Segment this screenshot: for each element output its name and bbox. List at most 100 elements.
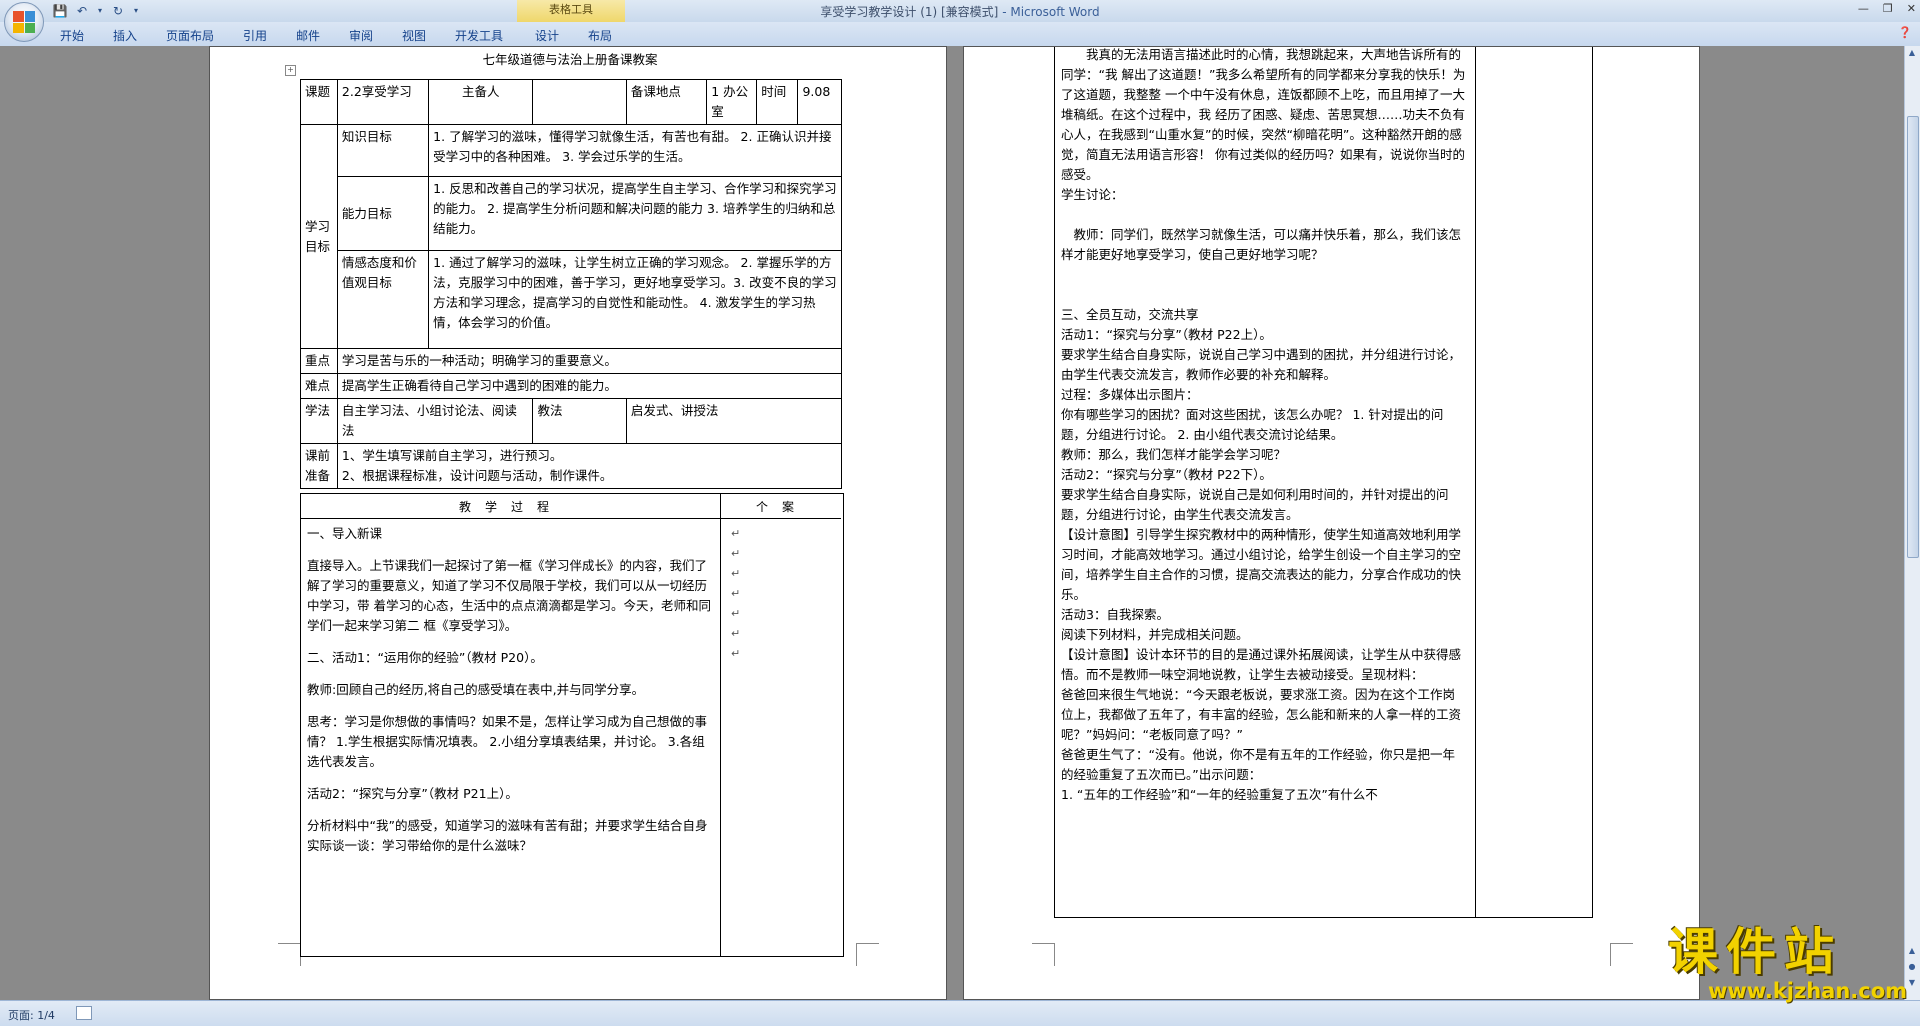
document-page-2: 我真的无法用语言描述此时的心情，我想跳起来，大声地告诉所有的同学：“我 解出了这… <box>963 46 1700 1000</box>
crop-mark <box>278 943 301 966</box>
site-watermark: 课件站 www.kjzhan.com <box>1668 924 1908 1002</box>
table-move-handle-icon[interactable]: + <box>285 65 296 76</box>
continuation-line: 爸爸更生气了：“没有。他说，你不是有五年的工作经验，你只是把一年的经验重复了五次… <box>1061 747 1455 782</box>
title-bar: 表格工具 💾 ↶ ▾ ↻ ▾ 享受学习教学设计 (1) [兼容模式] - Mic… <box>0 0 1920 22</box>
difficulty-label: 难点 <box>300 373 338 399</box>
continuation-line: 活动2：“探究与分享”（教材 P22下）。 <box>1061 467 1272 482</box>
continuation-line: 要求学生结合自身实际，说说自己是如何利用时间的，并针对提出的问题，分组进行讨论，… <box>1061 487 1449 522</box>
lesson-plan-table: 课题 2.2享受学习 主备人 备课地点 1 办公室 时间 9.08 学习目标 知… <box>300 79 843 489</box>
preparation-item-2: 2、根据课程标准，设计问题与活动，制作课件。 <box>341 468 613 483</box>
process-paragraph: 一、导入新课 <box>307 526 383 541</box>
tab-page-layout[interactable]: 页面布局 <box>166 27 214 44</box>
teaching-process-header: 教学过程 个案 <box>301 494 841 519</box>
continuation-line: 要求学生结合自身实际，说说自己学习中遇到的困扰，并分组进行讨论，由学生代表交流发… <box>1061 347 1462 382</box>
select-browse-object-icon[interactable]: ● <box>1907 962 1917 974</box>
restore-icon[interactable]: ❐ <box>1883 2 1893 15</box>
ribbon-tab-bar: 开始 插入 页面布局 引用 邮件 审阅 视图 开发工具 设计 布局 ❓ <box>0 22 1920 47</box>
time-value: 9.08 <box>797 79 842 125</box>
tab-developer[interactable]: 开发工具 <box>455 27 503 44</box>
crop-mark <box>856 943 879 966</box>
continuation-line: 活动3：自我探索。 <box>1061 607 1169 622</box>
process-paragraph: 二、活动1：“运用你的经验”（教材 P20）。 <box>307 650 543 665</box>
preparer-label: 主备人 <box>428 79 534 125</box>
ability-goal-label: 能力目标 <box>336 176 430 251</box>
case-column <box>1474 47 1593 918</box>
study-method-text: 自主学习法、小组讨论法、阅读法 <box>336 398 534 444</box>
tab-table-design[interactable]: 设计 <box>535 27 559 44</box>
teach-method-label: 教法 <box>532 398 627 444</box>
page-count[interactable]: 页面: 1/4 <box>8 1007 55 1023</box>
knowledge-goal-text: 1. 了解学习的滋味，懂得学习就像生活，有苦也有甜。 2. 正确认识并接受学习中… <box>428 124 842 177</box>
ability-goal-text: 1. 反思和改善自己的学习状况，提高学生自主学习、合作学习和探究学习的能力。 2… <box>428 176 842 251</box>
window-controls: — ❐ ✕ <box>1858 2 1916 15</box>
next-page-icon[interactable]: ▼ <box>1907 978 1917 990</box>
emotion-goal-label: 情感态度和价值观目标 <box>336 250 430 349</box>
case-header-label: 个案 <box>755 500 808 514</box>
continuation-line: 阅读下列材料，并完成相关问题。 <box>1061 627 1249 642</box>
continuation-line: 【设计意图】引导学生探究教材中的两种情形，使学生知道高效地利用学习时间，才能高效… <box>1061 527 1462 602</box>
scrollbar-thumb[interactable] <box>1907 116 1919 558</box>
difficulty-text: 提高学生正确看待自己学习中遇到的困难的能力。 <box>336 373 843 399</box>
window-title: 享受学习教学设计 (1) [兼容模式] - Microsoft Word <box>0 3 1920 20</box>
continuation-line: 活动1：“探究与分享”（教材 P22上）。 <box>1061 327 1272 342</box>
ribbon-right-controls: ❓ <box>1898 26 1912 39</box>
crop-mark <box>1610 943 1633 966</box>
scroll-up-icon[interactable]: ▲ <box>1907 48 1917 60</box>
minimize-icon[interactable]: — <box>1858 2 1869 15</box>
status-bar: 页面: 1/4 <box>0 1000 1920 1026</box>
continuation-line: 三、全员互动，交流共享 <box>1061 307 1199 322</box>
preparer-value <box>532 79 627 125</box>
column-divider <box>720 494 721 956</box>
continuation-line: 过程：多媒体出示图片： <box>1061 387 1199 402</box>
process-paragraph: 分析材料中“我”的感受，知道学习的滋味有苦有甜；并要求学生结合自身实际谈一谈：学… <box>307 818 708 853</box>
knowledge-goal-label: 知识目标 <box>336 124 430 177</box>
tab-review[interactable]: 审阅 <box>349 27 373 44</box>
crop-mark <box>1032 943 1055 966</box>
preparation-label: 课前准备 <box>300 443 338 489</box>
document-name: 享受学习教学设计 (1) [兼容模式] <box>820 5 999 19</box>
process-paragraph: 直接导入。上节课我们一起探讨了第一框《学习伴成长》的内容，我们了解了学习的重要意… <box>307 558 711 633</box>
app-name: - Microsoft Word <box>998 5 1100 19</box>
teaching-process-text: 一、导入新课 直接导入。上节课我们一起探讨了第一框《学习伴成长》的内容，我们了解… <box>307 524 711 868</box>
continuation-line: 教师：那么，我们怎样才能学会学习呢？ <box>1061 447 1287 462</box>
watermark-url: www.kjzhan.com <box>1708 979 1908 1003</box>
vertical-scrollbar[interactable]: ▲ ▲ ● ▼ <box>1904 46 1920 1000</box>
course-label: 课题 <box>300 79 338 125</box>
location-value: 1 办公室 <box>706 79 758 125</box>
continuation-line: 教师：同学们，既然学习就像生活，可以痛并快乐着，那么，我们该怎样才能更好地享受学… <box>1061 227 1462 262</box>
office-button[interactable] <box>4 2 44 42</box>
tab-references[interactable]: 引用 <box>243 27 267 44</box>
process-continuation-text: 我真的无法用语言描述此时的心情，我想跳起来，大声地告诉所有的同学：“我 解出了这… <box>1061 46 1467 805</box>
goals-label: 学习目标 <box>300 124 338 349</box>
study-method-label: 学法 <box>300 398 338 444</box>
paragraph-marks: ↵ ↵ ↵ ↵ ↵ ↵ ↵ <box>731 527 741 660</box>
office-logo-icon <box>13 11 35 33</box>
preparation-item-1: 1、学生填写课前自主学习，进行预习。 <box>341 448 563 463</box>
tab-insert[interactable]: 插入 <box>113 27 137 44</box>
tab-mailings[interactable]: 邮件 <box>296 27 320 44</box>
teach-method-text: 启发式、讲授法 <box>625 398 843 444</box>
continuation-line: 你有哪些学习的困扰？面对这些困扰，该怎么办呢？ 1. 针对提出的问题，分组进行讨… <box>1061 407 1444 442</box>
key-point-text: 学习是苦与乐的一种活动；明确学习的重要意义。 <box>336 348 843 374</box>
time-label: 时间 <box>756 79 799 125</box>
document-title: 七年级道德与法治上册备课教案 <box>482 52 658 67</box>
preparation-text: 1、学生填写课前自主学习，进行预习。 2、根据课程标准，设计问题与活动，制作课件… <box>336 443 843 489</box>
tab-view[interactable]: 视图 <box>402 27 426 44</box>
tab-table-layout[interactable]: 布局 <box>588 27 612 44</box>
help-icon[interactable]: ❓ <box>1898 26 1912 39</box>
continuation-line: 1. “五年的工作经验”和“一年的经验重复了五次”有什么不 <box>1061 787 1378 802</box>
process-paragraph: 教师:回顾自己的经历,将自己的感受填在表中,并与同学分享。 <box>307 682 645 697</box>
document-workspace: + 七年级道德与法治上册备课教案 课题 2.2享受学习 主备人 备课地点 1 办… <box>0 46 1905 1000</box>
process-paragraph: 活动2：“探究与分享”（教材 P21上）。 <box>307 786 518 801</box>
teaching-process-box: 教学过程 个案 一、导入新课 直接导入。上节课我们一起探讨了第一框《学习伴成长》… <box>300 493 844 957</box>
process-header-label: 教学过程 <box>458 500 563 514</box>
tab-home[interactable]: 开始 <box>60 27 84 44</box>
continuation-line: 学生讨论： <box>1061 187 1124 202</box>
previous-page-icon[interactable]: ▲ <box>1907 946 1917 958</box>
key-point-label: 重点 <box>300 348 338 374</box>
continuation-line: 【设计意图】设计本环节的目的是通过课外拓展阅读，让学生从中获得感悟。而不是教师一… <box>1061 647 1462 682</box>
close-icon[interactable]: ✕ <box>1907 2 1916 15</box>
proofing-icon[interactable] <box>76 1006 92 1020</box>
emotion-goal-text: 1. 通过了解学习的滋味，让学生树立正确的学习观念。 2. 掌握乐学的方法，克服… <box>428 250 842 349</box>
document-page-1: + 七年级道德与法治上册备课教案 课题 2.2享受学习 主备人 备课地点 1 办… <box>209 46 947 1000</box>
